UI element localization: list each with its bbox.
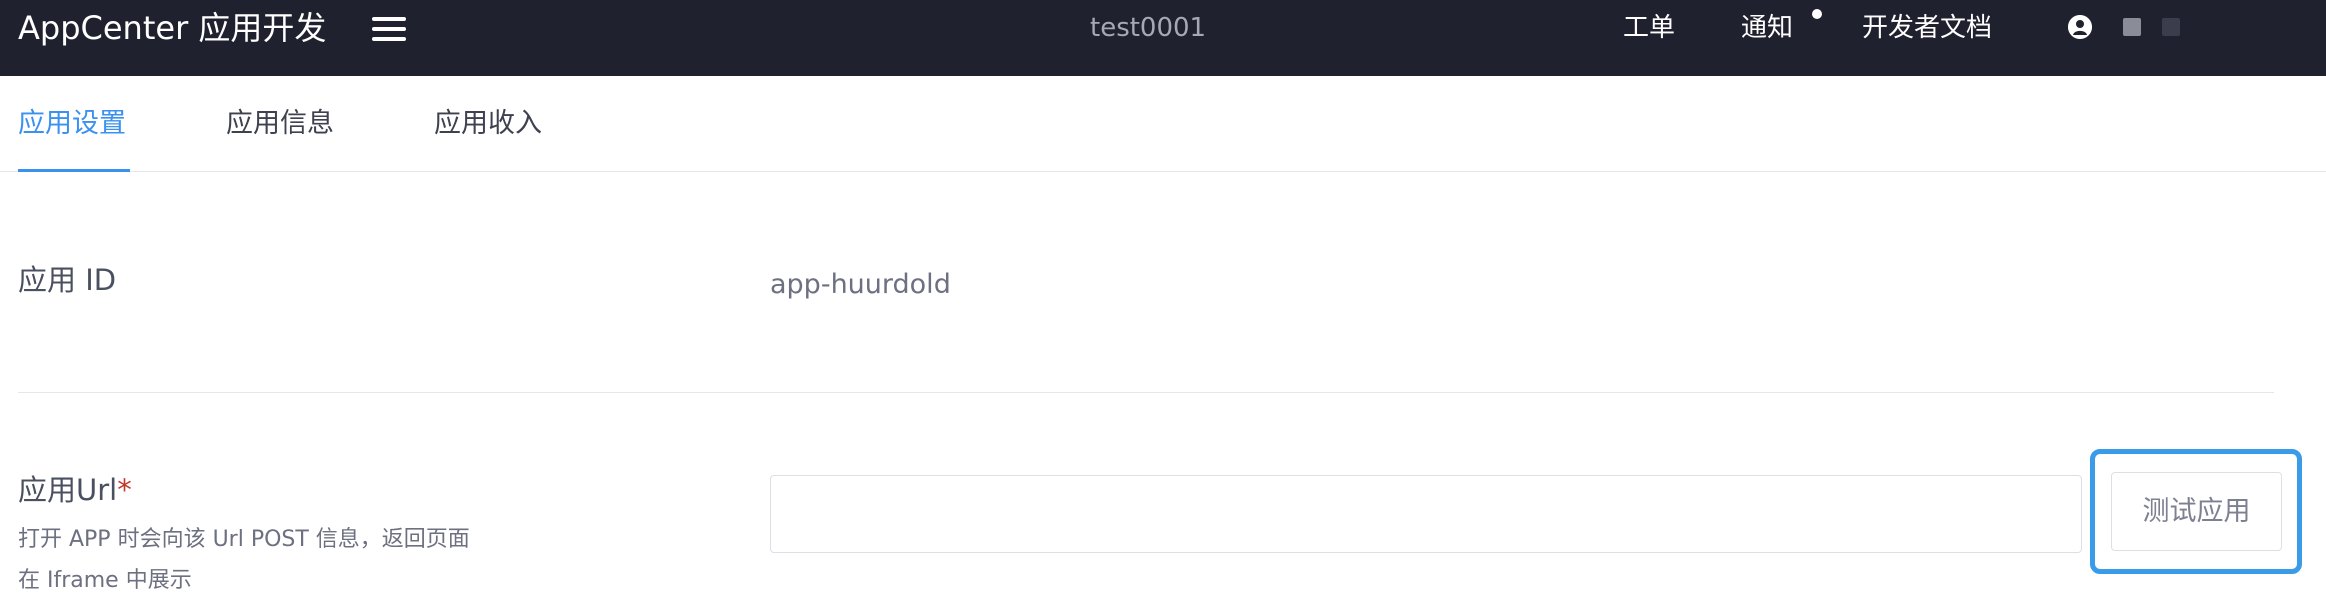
square-icon[interactable] xyxy=(2162,18,2180,36)
top-bar: AppCenter 应用开发 test0001 工单 通知 开发者文档 xyxy=(0,0,2326,76)
user-icon[interactable] xyxy=(2068,15,2092,39)
app-url-input[interactable] xyxy=(770,475,2082,553)
app-url-label-text: 应用Url xyxy=(18,473,118,507)
menu-icon-line xyxy=(372,37,406,41)
app-id-value: app-huurdold xyxy=(770,269,951,300)
test-app-button[interactable]: 测试应用 xyxy=(2111,472,2282,551)
nav-notice-link[interactable]: 通知 xyxy=(1741,10,1793,46)
required-mark: * xyxy=(117,473,132,507)
app-url-help-line-1: 打开 APP 时会向该 Url POST 信息，返回页面 xyxy=(18,527,470,552)
row-divider xyxy=(18,392,2274,393)
menu-icon[interactable] xyxy=(372,14,406,44)
square-icon[interactable] xyxy=(2123,18,2141,36)
nav-ticket-link[interactable]: 工单 xyxy=(1623,10,1675,46)
tab-app-info[interactable]: 应用信息 xyxy=(226,104,334,144)
menu-icon-line xyxy=(372,17,406,21)
tab-bar: 应用设置 应用信息 应用收入 xyxy=(0,76,2326,172)
project-name[interactable]: test0001 xyxy=(1090,10,1206,46)
active-tab-indicator xyxy=(18,169,130,172)
user-icon-glyph xyxy=(2068,15,2092,39)
app-id-label: 应用 ID xyxy=(18,263,117,297)
app-brand[interactable]: AppCenter 应用开发 xyxy=(18,8,326,48)
tab-app-income[interactable]: 应用收入 xyxy=(434,104,542,144)
app-url-help-line-2: 在 Iframe 中展示 xyxy=(18,568,192,593)
notification-dot-icon xyxy=(1812,9,1822,19)
app-url-label: 应用Url* xyxy=(18,470,132,510)
nav-docs-link[interactable]: 开发者文档 xyxy=(1862,10,1992,46)
menu-icon-line xyxy=(372,27,406,31)
tab-app-settings[interactable]: 应用设置 xyxy=(18,104,126,144)
